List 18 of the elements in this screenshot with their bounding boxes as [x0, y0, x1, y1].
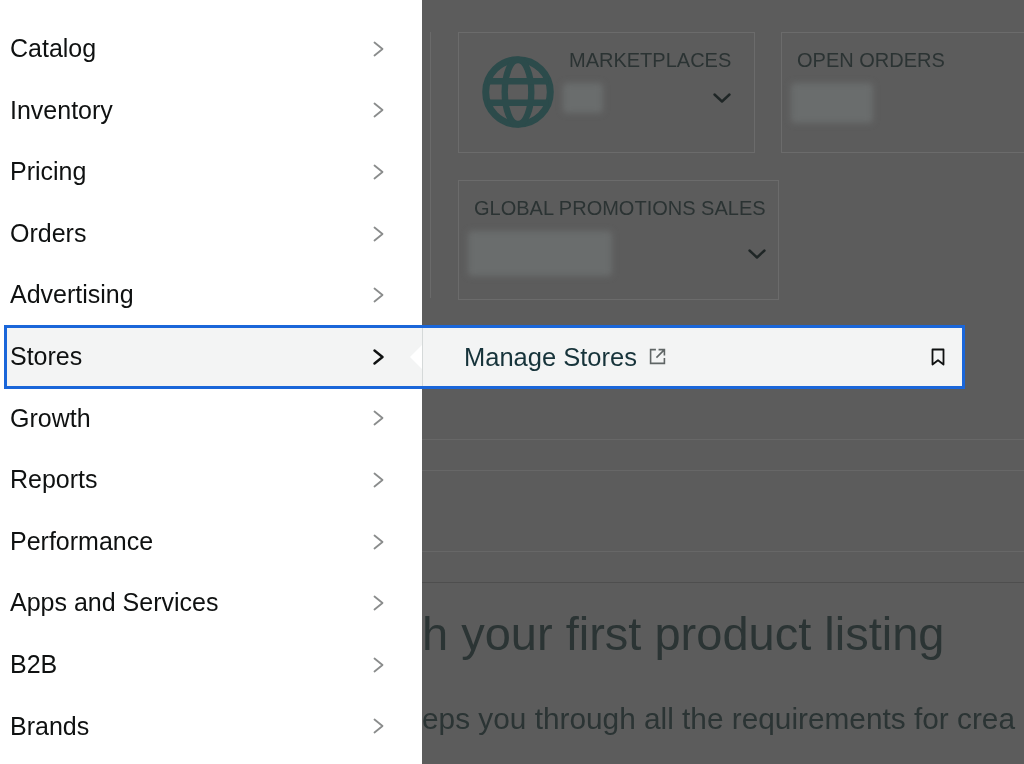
- chevron-down-icon[interactable]: [713, 93, 732, 103]
- globe-icon: [480, 54, 556, 130]
- chevron-right-icon: [373, 102, 384, 119]
- chevron-right-icon: [373, 348, 384, 365]
- chevron-down-icon[interactable]: [747, 248, 766, 259]
- chevron-right-icon: [373, 164, 384, 180]
- chevron-right-icon: [373, 595, 384, 612]
- chevron-right-icon: [373, 287, 384, 304]
- chevron-right-icon: [373, 410, 384, 427]
- chevron-right-icon: [373, 40, 384, 57]
- chevron-right-icon: [373, 656, 384, 673]
- menu-item[interactable]: Stores: [7, 327, 422, 386]
- chevron-right-icon: [373, 225, 384, 242]
- manage-stores-link[interactable]: Manage Stores: [464, 337, 666, 376]
- chevron-right-icon: [373, 472, 384, 488]
- bookmark-icon[interactable]: [931, 347, 945, 366]
- chevron-right-icon: [373, 718, 384, 735]
- chevron-right-icon: [373, 533, 384, 550]
